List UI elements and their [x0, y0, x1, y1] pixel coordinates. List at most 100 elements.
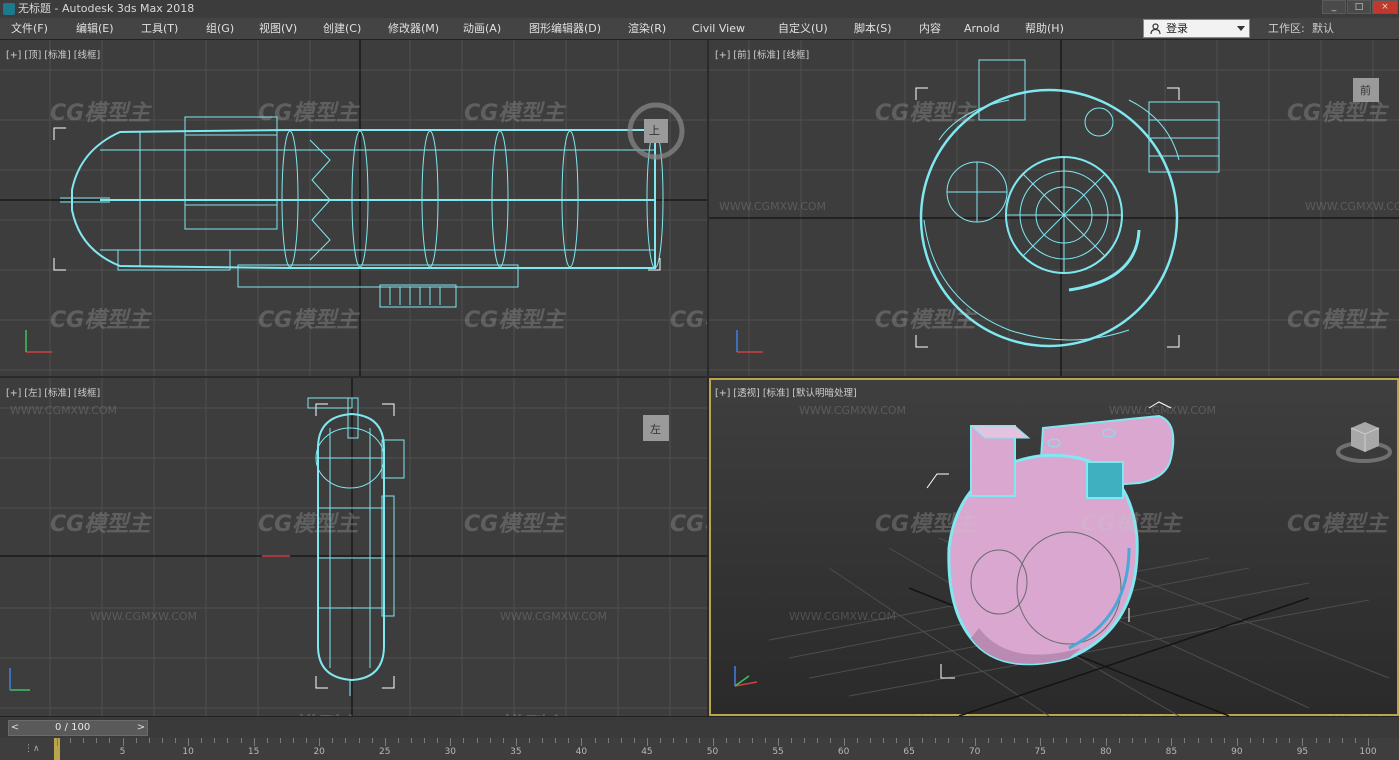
ruler-tick — [1053, 738, 1055, 743]
ruler-tick — [882, 738, 884, 743]
viewport-perspective[interactable]: [+] [透视] [标准] [默认明暗处理] WWW.CGMXW.COM WWW… — [709, 378, 1399, 716]
menu-scripting[interactable]: 脚本(S) — [854, 18, 892, 40]
viewport-front-label[interactable]: [+] [前] [标准] [线框] — [715, 47, 809, 61]
login-dropdown[interactable]: 登录 — [1143, 19, 1250, 38]
front-view-wireframe — [709, 40, 1399, 376]
minimize-button[interactable]: _ — [1322, 0, 1346, 14]
ruler-tick — [214, 738, 216, 743]
menu-animation[interactable]: 动画(A) — [463, 18, 501, 40]
ruler-tick — [502, 738, 504, 743]
viewcube-face-label[interactable]: 前 — [1360, 82, 1371, 98]
ruler-tick — [843, 738, 845, 746]
ruler-label: 75 — [1034, 747, 1046, 757]
ruler-tick — [542, 738, 544, 743]
ruler-tick — [161, 738, 163, 743]
menu-civil-view[interactable]: Civil View — [692, 18, 745, 40]
ruler-tick — [856, 738, 858, 743]
ruler-tick — [1341, 738, 1343, 743]
menu-group[interactable]: 组(G) — [206, 18, 234, 40]
ruler-tick — [1079, 738, 1081, 743]
maximize-button[interactable]: □ — [1347, 0, 1371, 14]
ruler-tick — [148, 738, 150, 743]
ruler-tick — [227, 738, 229, 743]
ruler-tick — [764, 738, 766, 743]
next-frame-button[interactable]: > — [135, 721, 147, 735]
time-slider-bar: < 0 / 100 > — [0, 716, 1399, 738]
menu-customize[interactable]: 自定义(U) — [778, 18, 828, 40]
ruler-label: 45 — [641, 747, 653, 757]
ruler-tick — [1014, 738, 1016, 743]
viewport-left-label[interactable]: [+] [左] [标准] [线框] — [6, 385, 100, 399]
ruler-label: 65 — [903, 747, 915, 757]
track-bar[interactable]: ⋮∧ 5 10 15 20 25 30 35 40 45 50 55 60 65 70 75 80 85 90 95… — [0, 738, 1399, 760]
filter-icon[interactable]: ⋮∧ — [24, 744, 40, 754]
ruler-tick — [1276, 738, 1278, 743]
menu-graph-editors[interactable]: 图形编辑器(D) — [529, 18, 601, 40]
viewcube-face-label[interactable]: 左 — [650, 421, 661, 437]
ruler-tick — [292, 738, 294, 743]
ruler-tick — [725, 738, 727, 743]
ruler-tick — [686, 738, 688, 743]
ruler-label: 50 — [706, 747, 719, 757]
ruler-tick — [174, 738, 176, 743]
viewport-perspective-label[interactable]: [+] [透视] [标准] [默认明暗处理] — [715, 385, 857, 399]
axis-gizmo — [9, 555, 290, 691]
ruler-tick — [1027, 738, 1029, 743]
ruler-tick — [1066, 738, 1068, 743]
ruler-tick — [935, 738, 937, 743]
ruler-tick — [188, 738, 190, 746]
ruler-tick — [896, 738, 898, 743]
menu-bar: 文件(F) 编辑(E) 工具(T) 组(G) 视图(V) 创建(C) 修改器(M… — [0, 18, 1399, 40]
viewcube-face-label[interactable]: 上 — [649, 122, 660, 138]
menu-tools[interactable]: 工具(T) — [141, 18, 178, 40]
menu-help[interactable]: 帮助(H) — [1025, 18, 1064, 40]
ruler-tick — [1171, 738, 1173, 746]
window-title: 无标题 - Autodesk 3ds Max 2018 — [18, 2, 195, 15]
ruler-tick — [1040, 738, 1042, 746]
viewport-front[interactable]: [+] [前] [标准] [线框] 前 WWW.CGMXW.COM WWW.CG… — [709, 40, 1399, 376]
ruler-label: 15 — [247, 747, 260, 757]
ruler-tick — [987, 738, 989, 743]
close-button[interactable]: × — [1372, 0, 1398, 14]
viewport-top[interactable]: [+] [顶] [标准] [线框] 上 CG模型主 CG模型主 CG模型主 CG… — [0, 40, 707, 376]
menu-modifiers[interactable]: 修改器(M) — [388, 18, 439, 40]
menu-file[interactable]: 文件(F) — [11, 18, 48, 40]
viewport-top-label[interactable]: [+] [顶] [标准] [线框] — [6, 47, 100, 61]
ruler-tick — [319, 738, 321, 746]
ruler-tick — [620, 738, 622, 743]
menu-view[interactable]: 视图(V) — [259, 18, 297, 40]
menu-rendering[interactable]: 渲染(R) — [628, 18, 666, 40]
ruler-tick — [1145, 738, 1147, 743]
viewport-left[interactable]: [+] [左] [标准] [线框] 左 WWW.CGMXW.COM WWW.CG… — [0, 378, 707, 716]
ruler-label: 10 — [182, 747, 194, 757]
ruler-tick — [751, 738, 753, 743]
chevron-down-icon — [1237, 26, 1245, 31]
ruler-tick — [1328, 738, 1330, 743]
ruler-tick — [1132, 738, 1134, 743]
ruler-label: 60 — [837, 747, 850, 757]
time-slider[interactable]: < 0 / 100 > — [8, 720, 148, 736]
menu-arnold[interactable]: Arnold — [964, 18, 1000, 40]
ruler-tick — [909, 738, 911, 746]
ruler-tick — [201, 738, 203, 743]
login-label: 登录 — [1166, 22, 1188, 35]
ruler-label: 70 — [968, 747, 981, 757]
ruler-tick — [607, 738, 609, 743]
ruler-tick — [384, 738, 386, 746]
ruler-tick — [660, 738, 662, 743]
ruler-tick — [699, 738, 701, 743]
ruler-tick — [1250, 738, 1251, 743]
menu-create[interactable]: 创建(C) — [323, 18, 361, 40]
axis-gizmo — [734, 666, 758, 687]
menu-content[interactable]: 内容 — [919, 18, 941, 40]
ruler-tick — [332, 738, 334, 743]
ruler-tick — [515, 738, 517, 746]
menu-edit[interactable]: 编辑(E) — [76, 18, 114, 40]
ruler-tick — [424, 738, 426, 743]
prev-frame-button[interactable]: < — [9, 721, 21, 735]
ruler-tick — [1302, 738, 1304, 746]
user-icon — [1150, 23, 1161, 34]
ruler-label: 80 — [1100, 747, 1112, 757]
workspace-selector[interactable]: 默认 — [1312, 18, 1334, 40]
ruler-tick — [109, 738, 111, 743]
